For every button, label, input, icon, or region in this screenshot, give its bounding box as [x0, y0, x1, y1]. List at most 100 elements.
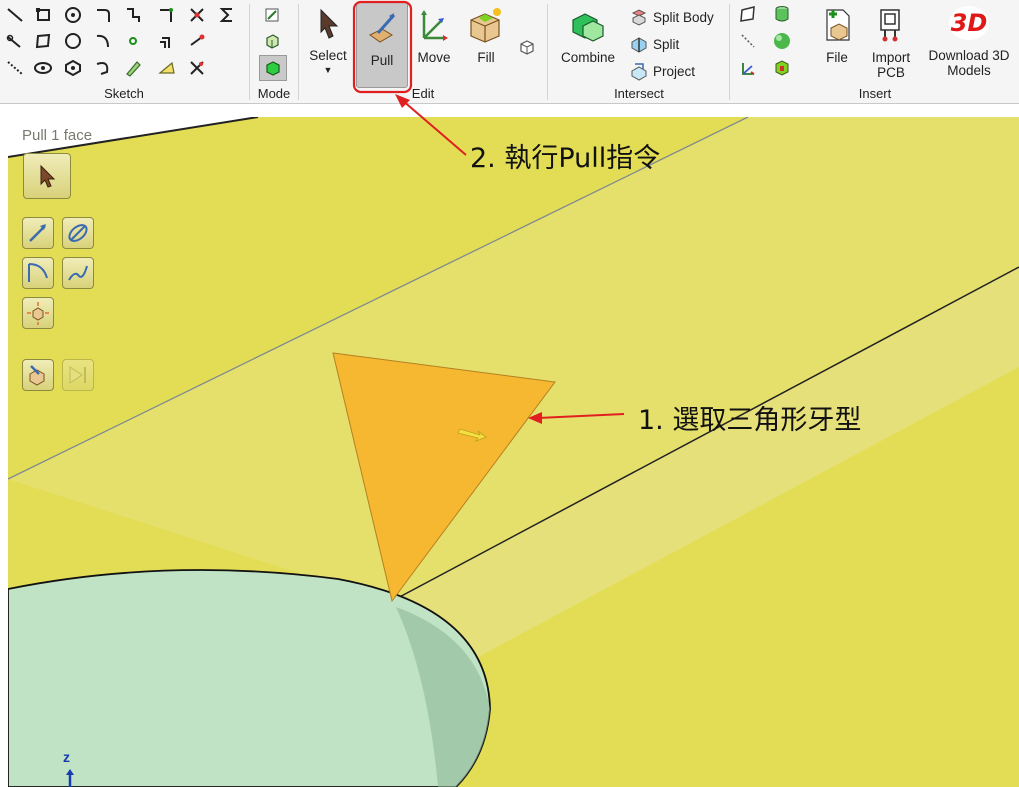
direction-tool-button[interactable] [22, 217, 54, 249]
dropdown-arrow-icon[interactable]: ▼ [324, 65, 333, 75]
three-point-arc-icon[interactable] [92, 30, 114, 52]
sweep-arc-icon[interactable] [92, 57, 114, 79]
split-label: Split [653, 36, 680, 52]
spline-icon[interactable] [122, 4, 144, 26]
sketch-group: Sketch [0, 0, 248, 104]
sweep-icon [28, 263, 48, 282]
shell-icon[interactable] [516, 36, 538, 58]
3d-mode-icon[interactable] [259, 55, 287, 81]
import-pcb-label: Import PCB [871, 50, 911, 80]
split-body-label: Split Body [653, 9, 714, 25]
file-label: File [826, 50, 848, 65]
plane-icon[interactable] [737, 3, 759, 25]
sketch-pen-icon[interactable] [122, 57, 144, 79]
select-label: Select [309, 48, 347, 63]
import-pcb-icon [880, 9, 900, 42]
separator [729, 4, 730, 100]
polygon-icon[interactable] [62, 57, 84, 79]
fill-icon [470, 8, 501, 43]
cylinder-icon[interactable] [771, 3, 793, 25]
sweep-tool-button[interactable] [22, 257, 54, 289]
sphere-icon[interactable] [771, 30, 793, 52]
pull-label: Pull [370, 53, 394, 68]
fill-label: Fill [477, 50, 495, 65]
project-edges-icon[interactable] [156, 57, 178, 79]
move-icon [421, 10, 448, 41]
file-insert-icon [826, 9, 850, 41]
blend-tool-button[interactable] [62, 257, 94, 289]
3d-viewport[interactable]: Pull 1 face z [8, 117, 1019, 787]
ribbon-toolbar: Sketch Mode Select ▼ Pull Move Fill Edit [0, 0, 1019, 104]
three-point-rect-icon[interactable] [32, 30, 54, 52]
point-icon[interactable] [122, 30, 144, 52]
z-axis-arrow-icon [66, 769, 74, 787]
arrow-cursor-icon [320, 8, 339, 39]
project-button[interactable]: Project [629, 59, 695, 83]
split-body-button[interactable]: Split Body [629, 5, 714, 29]
step2-annotation: 2. 執行Pull指令 [470, 143, 661, 174]
z-axis-label: z [63, 749, 70, 765]
complete-icon [29, 365, 45, 386]
circle-icon[interactable] [62, 4, 84, 26]
combine-label: Combine [560, 50, 616, 65]
fillet-icon[interactable] [156, 4, 178, 26]
project-label: Project [653, 63, 696, 79]
mode-title: Pull 1 face [22, 127, 93, 144]
offset-icon[interactable] [156, 30, 178, 52]
cross-cut-icon[interactable] [186, 57, 208, 79]
combine-button[interactable]: Combine [555, 0, 621, 90]
cursor-arrow-icon [40, 164, 56, 188]
direction-arrow-icon [29, 224, 46, 242]
pivot-tool-button[interactable] [22, 297, 54, 329]
split-button[interactable]: Split [629, 32, 679, 56]
import-pcb-button[interactable]: Import PCB [863, 0, 919, 90]
separator [298, 4, 299, 100]
file-button[interactable]: File [811, 0, 863, 90]
split-icon [631, 37, 647, 53]
sketch-mode-icon[interactable] [261, 4, 283, 26]
sketch-group-label: Sketch [104, 86, 144, 101]
select-tool-button[interactable] [23, 153, 71, 199]
rectangle-icon[interactable] [32, 4, 54, 26]
arc-icon[interactable] [92, 4, 114, 26]
download-3d-label: Download 3D Models [928, 48, 1010, 78]
construction-line-icon[interactable] [4, 57, 26, 79]
combine-icon [572, 13, 604, 42]
extend-icon[interactable] [186, 30, 208, 52]
play-next-icon [69, 366, 86, 384]
edit-group-label: Edit [411, 86, 435, 101]
equation-icon[interactable] [771, 57, 793, 79]
mode-group: Mode [251, 0, 297, 104]
select-button[interactable]: Select ▼ [302, 0, 354, 90]
pull-button[interactable]: Pull [356, 2, 408, 88]
fill-button[interactable]: Fill [460, 0, 512, 90]
separator [249, 4, 250, 100]
3d-logo-icon: 3D [949, 6, 989, 40]
insert-group-label: Insert [858, 86, 892, 101]
slot-icon[interactable] [32, 57, 54, 79]
revolve-icon [68, 224, 88, 242]
complete-tool-button[interactable] [22, 359, 54, 391]
sigma-icon[interactable] [216, 4, 238, 26]
intersect-group-label: Intersect [614, 86, 664, 101]
download-3d-models-button[interactable]: 3D Download 3D Models [921, 0, 1017, 90]
line-icon[interactable] [4, 4, 26, 26]
axis-icon[interactable] [737, 30, 759, 52]
insert-group: File Import PCB 3D Download 3D Models In… [731, 0, 1019, 104]
move-button[interactable]: Move [408, 0, 460, 90]
section-mode-icon[interactable] [261, 30, 283, 52]
next-tool-button[interactable] [62, 359, 94, 391]
ellipse-icon[interactable] [62, 30, 84, 52]
tangent-line-icon[interactable] [4, 30, 26, 52]
trim-icon[interactable] [186, 4, 208, 26]
pivot-icon [27, 302, 49, 325]
origin-icon[interactable] [737, 57, 759, 79]
step1-annotation: 1. 選取三角形牙型 [638, 405, 862, 436]
move-label: Move [417, 50, 451, 65]
mode-group-label: Mode [257, 86, 291, 101]
project-icon [631, 63, 647, 81]
3d-badge-text: 3D [950, 9, 988, 37]
model-scene [8, 117, 1019, 787]
revolve-tool-button[interactable] [62, 217, 94, 249]
edit-group: Select ▼ Pull Move Fill Edit [300, 0, 546, 104]
